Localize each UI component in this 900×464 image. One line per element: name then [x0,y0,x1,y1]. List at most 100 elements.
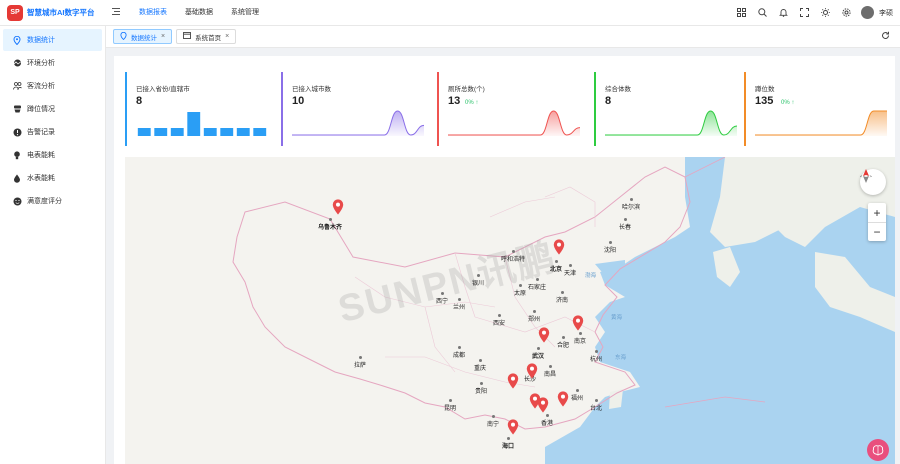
map-pin-icon [12,35,22,45]
tab-label: 系统首页 [195,34,222,42]
china-map[interactable]: SUNPN讯鹏 乌鲁木齐 哈尔滨 长春 沈阳 呼和浩特 北京 天津 石家庄 济南 银川 西宁 兰州 太原… [125,157,895,464]
stat-card-stalls: 蹲位数 135 0% ↑ [744,72,891,146]
city-label: 贵阳 [475,389,488,395]
refresh-icon[interactable] [881,31,890,42]
top-nav: 数据报表 基础数据 系统管理 [130,0,268,26]
city-label: 西安 [493,321,506,327]
user-avatar[interactable] [861,6,874,19]
sidebar-item-traffic[interactable]: 客流分析 [3,75,102,97]
sea-label: 渤海 [585,273,597,279]
city-dot [511,250,515,253]
sidebar-item-label: 蹲位情况 [27,106,55,113]
city-label: 北京 [550,267,563,273]
map-marker-icon[interactable] [332,199,344,215]
sidebar-item-data-stats[interactable]: 数据统计 [3,29,102,51]
map-marker-icon[interactable] [572,315,584,331]
map-marker-icon[interactable] [537,397,549,413]
city-label: 太原 [514,291,527,297]
map-marker-icon[interactable] [507,373,519,389]
zoom-control: + − [868,203,886,241]
city-dot [532,310,536,313]
map-marker-icon[interactable] [557,391,569,407]
city-dot [629,198,633,201]
bar-mark [253,128,267,136]
close-icon[interactable]: × [161,33,165,40]
app-logo[interactable]: SP 智慧城市AI数字平台 [0,4,106,21]
search-icon[interactable] [756,7,768,19]
topnav-item-reports[interactable]: 数据报表 [130,0,176,26]
city-label: 南昌 [544,372,557,378]
map-marker-icon[interactable] [553,239,565,255]
city-label: 福州 [571,396,584,402]
city-label: 武汉 [532,354,545,360]
topnav-item-system[interactable]: 系统管理 [222,0,268,26]
sidebar-item-label: 数据统计 [27,37,55,44]
card-title: 综合体数 [605,86,631,93]
tab-data-stats[interactable]: 数据统计 × [113,29,173,44]
sidebar-item-label: 环境分析 [27,60,55,67]
city-dot [476,274,480,277]
map-marker-icon[interactable] [538,327,550,343]
sidebar: 数据统计 环境分析 客流分析 蹲位情况 告警记录 电表能耗 水表能耗 满意度评分 [0,26,106,464]
zoom-in-button[interactable]: + [868,203,886,222]
menu-collapse-icon[interactable] [106,8,126,17]
city-label: 长春 [619,225,632,231]
sidebar-item-environment[interactable]: 环境分析 [3,52,102,74]
bell-icon[interactable] [777,7,789,19]
city-label: 成都 [453,353,466,359]
compass-icon[interactable]: < > [860,169,886,195]
tab-home[interactable]: 系统首页 × [176,29,237,44]
card-chart [755,110,887,136]
sea-label: 黄海 [611,315,623,321]
sidebar-item-label: 客流分析 [27,83,55,90]
city-dot [358,356,362,359]
sidebar-item-satisfaction[interactable]: 满意度评分 [3,190,102,212]
sidebar-item-alerts[interactable]: 告警记录 [3,121,102,143]
city-dot [506,437,510,440]
city-dot [548,365,552,368]
fullscreen-icon[interactable] [798,7,810,19]
city-dot [608,241,612,244]
logo-mark: SP [7,4,23,21]
people-icon [12,81,22,91]
map-marker-icon[interactable] [526,363,538,379]
assistant-brain-icon[interactable] [867,439,889,461]
map-marker-icon[interactable] [507,419,519,435]
card-chart [605,110,737,136]
bar-mark [170,128,184,136]
theme-sun-icon[interactable] [819,7,831,19]
sidebar-item-water[interactable]: 水表能耗 [3,167,102,189]
alert-icon [12,127,22,137]
card-title: 已接入省份/直辖市 [136,86,190,93]
settings-gear-icon[interactable] [840,7,852,19]
city-label: 海口 [502,444,515,450]
zoom-out-button[interactable]: − [868,222,886,241]
top-bar: SP 智慧城市AI数字平台 数据报表 基础数据 系统管理 李硕 [0,0,900,26]
app-title: 智慧城市AI数字平台 [27,8,95,17]
topnav-item-base-data[interactable]: 基础数据 [176,0,222,26]
city-dot [545,414,549,417]
card-value: 135 [755,95,774,107]
city-dot [479,382,483,385]
sidebar-item-stalls[interactable]: 蹲位情况 [3,98,102,120]
city-dot [328,218,332,221]
card-title: 已接入城市数 [292,86,331,93]
bar-mark [154,128,168,136]
sidebar-item-electricity[interactable]: 电表能耗 [3,144,102,166]
close-icon[interactable]: × [225,33,229,40]
city-label: 济南 [556,298,569,304]
city-dot [561,336,565,339]
city-dot [535,278,539,281]
city-label: 拉萨 [354,363,367,369]
card-value: 8 [605,95,612,107]
city-label: 石家庄 [528,285,547,291]
cloud-icon [12,58,22,68]
bar-mark [203,128,217,136]
grid-icon[interactable] [735,7,747,19]
city-dot [491,415,495,418]
card-chart [137,112,267,136]
city-label: 哈尔滨 [622,205,641,211]
user-name[interactable]: 李硕 [879,8,893,18]
city-dot [457,346,461,349]
city-label: 南京 [574,339,587,345]
